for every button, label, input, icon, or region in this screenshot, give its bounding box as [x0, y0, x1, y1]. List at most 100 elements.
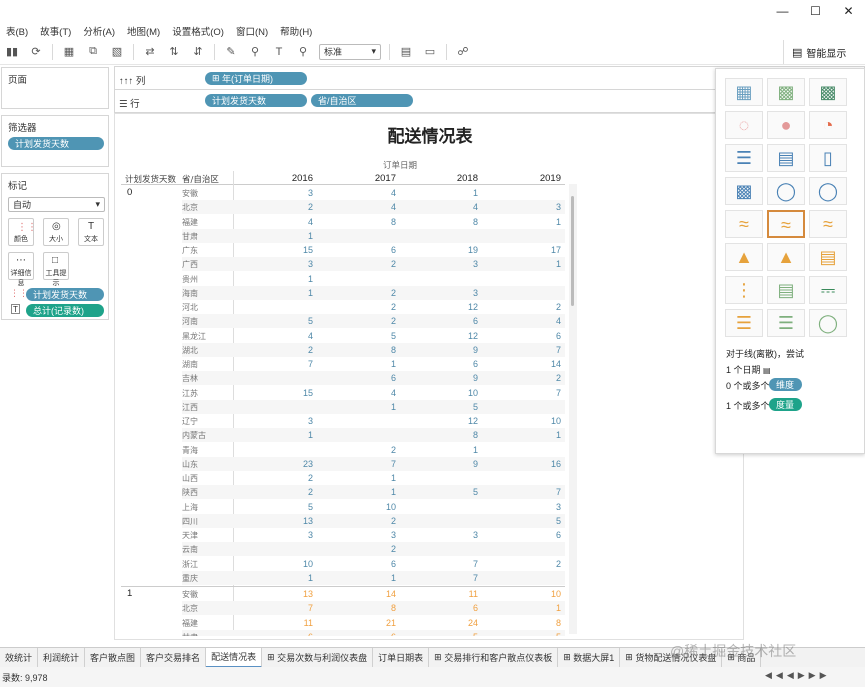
marks-pill-color[interactable]: 计划发货天数 — [26, 288, 104, 301]
table-row[interactable]: 天津 3 3 3 6 — [115, 528, 575, 542]
filled-map-icon[interactable]: ● — [767, 111, 805, 139]
bullet-graph-icon[interactable]: ☰ — [767, 309, 805, 337]
scrollbar-thumb[interactable] — [571, 196, 574, 306]
highlight-icon[interactable]: ✎ — [221, 42, 241, 62]
menu-item[interactable]: 表(B) — [0, 24, 34, 38]
table-row[interactable]: 辽宁 3 12 10 — [115, 414, 575, 428]
table-row[interactable]: 福建 4 8 8 1 — [115, 215, 575, 229]
menu-item[interactable]: 帮助(H) — [274, 24, 318, 38]
table-row[interactable]: 湖南 7 1 6 14 — [115, 357, 575, 371]
table-row[interactable]: 山西 2 1 — [115, 471, 575, 485]
area-continuous-icon[interactable]: ▲ — [725, 243, 763, 271]
packed-bubbles-icon[interactable]: ◯ — [809, 309, 847, 337]
menu-item[interactable]: 地图(M) — [121, 24, 166, 38]
table-row[interactable]: 河南 5 2 6 4 — [182, 314, 565, 329]
table-row[interactable]: 四川 13 2 5 — [182, 513, 565, 528]
menu-item[interactable]: 分析(A) — [77, 24, 121, 38]
close-button[interactable]: ✕ — [832, 0, 865, 22]
table-row[interactable]: 河北 2 12 2 — [115, 300, 575, 314]
sheet-tab[interactable]: 客户交易排名 — [141, 648, 207, 667]
sheet-tab[interactable]: ⊞ 交易排行和客户散点仪表板 — [429, 648, 559, 667]
table-row[interactable]: 浙江 10 6 7 2 — [115, 557, 575, 571]
color-mark-button[interactable]: ⋮⋮ 颜色 — [8, 218, 37, 246]
stacked-bar-icon[interactable]: ▤ — [767, 144, 805, 172]
area-discrete-icon[interactable]: ▲ — [767, 243, 805, 271]
column-pill-year[interactable]: ⊞ 年(订单日期) — [205, 72, 307, 85]
circle-view-icon[interactable]: ◯ — [767, 177, 805, 205]
fit-select[interactable]: 标准 ▾ — [319, 43, 381, 60]
table-row[interactable]: 北京 7 8 6 1 — [182, 601, 565, 616]
side-by-side-bar-icon[interactable]: ▯ — [809, 144, 847, 172]
dual-combination-icon[interactable]: ▤ — [809, 243, 847, 271]
table-row[interactable]: 广西 3 2 3 1 — [182, 257, 565, 272]
pause-icon[interactable]: ▮▮ — [2, 42, 22, 62]
sort-descending-icon[interactable]: ⇵ — [188, 42, 208, 62]
table-row[interactable]: 福建 11 21 24 8 — [115, 616, 575, 630]
table-row[interactable]: 广东 15 6 19 17 — [115, 243, 575, 257]
filters-panel[interactable]: 筛选器 计划发货天数 — [1, 115, 109, 167]
line-discrete-icon[interactable]: ≈ — [767, 210, 805, 238]
pie-chart-icon[interactable]: ◔ — [809, 111, 847, 139]
sort-ascending-icon[interactable]: ⇅ — [164, 42, 184, 62]
vertical-scrollbar[interactable] — [569, 184, 577, 634]
highlight-table-icon[interactable]: ▩ — [809, 78, 847, 106]
clear-sheet-icon[interactable]: ▧ — [107, 42, 127, 62]
table-row[interactable]: 海南 1 2 3 — [182, 285, 565, 300]
table-row[interactable]: 甘肃 6 6 5 5 — [182, 629, 565, 636]
text-table-icon[interactable]: ▦ — [725, 78, 763, 106]
size-mark-button[interactable]: ◎ 大小 — [43, 218, 69, 246]
pages-panel[interactable]: 页面 — [1, 67, 109, 109]
text-mark-button[interactable]: T 文本 — [78, 218, 104, 246]
table-row[interactable]: 山东 23 7 9 16 — [182, 456, 565, 471]
sheet-tab[interactable]: ⊞ 订单日期表 — [373, 648, 430, 667]
sheet-tab[interactable]: 客户散点图 — [85, 648, 142, 667]
row-pill-ship-days[interactable]: 计划发货天数 — [205, 94, 307, 107]
table-row[interactable]: 贵州 1 — [115, 272, 575, 286]
sheet-tab[interactable]: ⊞ 交易次数与利润仪表盘 — [262, 648, 374, 667]
table-row[interactable]: 吉林 6 9 2 — [182, 371, 565, 386]
sheet-nav-icons[interactable]: ◀◀◀▶▶▶ — [765, 670, 831, 681]
table-row[interactable]: 安徽 3 4 1 — [115, 186, 575, 200]
box-whisker-icon[interactable]: ⎓ — [809, 276, 847, 304]
presentation-icon[interactable]: ▭ — [420, 42, 440, 62]
line-continuous-icon[interactable]: ≈ — [725, 210, 763, 238]
table-row[interactable]: 重庆 1 1 7 — [182, 570, 565, 585]
new-worksheet-icon[interactable]: ▦ — [59, 42, 79, 62]
sheet-tab[interactable]: 配送情况表 — [206, 648, 263, 667]
dual-line-icon[interactable]: ≈ — [809, 210, 847, 238]
show-cards-icon[interactable]: ▤ — [396, 42, 416, 62]
label-icon[interactable]: T — [269, 42, 289, 62]
table-row[interactable]: 上海 5 10 3 — [115, 500, 575, 514]
smart-show-button[interactable]: ▤ 智能显示 — [783, 40, 861, 64]
swap-icon[interactable]: ⇄ — [140, 42, 160, 62]
pin-icon[interactable]: ⚲ — [293, 42, 313, 62]
table-row[interactable]: 内蒙古 1 8 1 — [182, 428, 565, 443]
marks-pill-text[interactable]: 总计(记录数) — [26, 304, 104, 317]
table-row[interactable]: 安徽 13 14 11 10 — [115, 587, 575, 601]
menu-item[interactable]: 故事(T) — [34, 24, 77, 38]
gantt-icon[interactable]: ☰ — [725, 309, 763, 337]
table-row[interactable]: 甘肃 1 — [182, 228, 565, 243]
table-row[interactable]: 北京 2 4 4 3 — [182, 200, 565, 215]
table-row[interactable]: 湖北 2 8 9 7 — [182, 342, 565, 357]
row-pill-province[interactable]: 省/自治区 — [311, 94, 413, 107]
menu-item[interactable]: 设置格式(O) — [166, 24, 230, 38]
worksheet-canvas[interactable]: 配送情况表 订单日期 计划发货天数 省/自治区 2016 2017 2018 2… — [114, 113, 744, 640]
horizontal-bar-icon[interactable]: ☰ — [725, 144, 763, 172]
table-row[interactable]: 江苏 15 4 10 7 — [115, 386, 575, 400]
sheet-tab[interactable]: 利润统计 — [38, 648, 86, 667]
heat-map-icon[interactable]: ▩ — [767, 78, 805, 106]
table-row[interactable]: 青海 2 1 — [115, 443, 575, 457]
treemap-icon[interactable]: ▩ — [725, 177, 763, 205]
minimize-button[interactable]: — — [766, 0, 799, 22]
side-by-side-circle-icon[interactable]: ◯ — [809, 177, 847, 205]
table-row[interactable]: 陕西 2 1 5 7 — [182, 485, 565, 500]
filter-pill[interactable]: 计划发货天数 — [8, 137, 104, 150]
tooltip-mark-button[interactable]: □ 工具提示 — [43, 252, 69, 287]
table-row[interactable]: 黑龙江 4 5 12 6 — [115, 329, 575, 343]
sheet-tab[interactable]: ⊞ 数据大屏1 — [558, 648, 621, 667]
duplicate-icon[interactable]: ⧉ — [83, 42, 103, 62]
maximize-button[interactable]: ☐ — [799, 0, 832, 22]
refresh-icon[interactable]: ⟳ — [26, 42, 46, 62]
menu-item[interactable]: 窗口(N) — [230, 24, 274, 38]
